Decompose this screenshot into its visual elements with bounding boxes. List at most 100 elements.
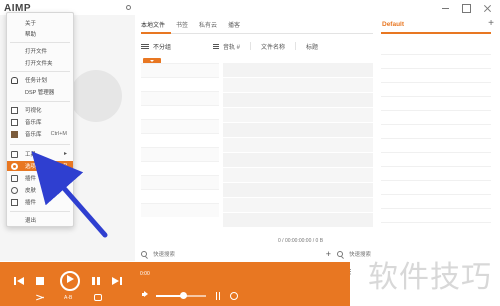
menu-item-help[interactable]: 帮助 [7,29,73,39]
source-tabs: 本地文件 书签 私有云 播客 [141,20,240,29]
search-icon[interactable] [141,251,147,257]
group-label: 不分组 [153,44,172,51]
list-item[interactable] [381,55,491,69]
menu-item-skins[interactable]: 皮肤 [7,185,73,195]
track-columns-header: 音轨 # 文件名称 标题 [223,41,373,51]
list-item[interactable] [381,139,491,153]
next-track-icon[interactable] [110,274,124,288]
add-files-icon[interactable]: + [326,249,331,259]
menu-item-plugins-2[interactable]: 插件 [7,197,73,207]
equalizer-icon[interactable] [214,292,222,300]
list-item[interactable] [381,97,491,111]
list-item [141,189,219,203]
maximize-icon[interactable] [462,4,471,13]
menu-separator [10,101,70,102]
table-row[interactable] [223,78,373,92]
menu-item-about[interactable]: 关于 [7,18,73,28]
menu-item-dsp-manager[interactable]: DSP 管理器 [7,87,73,97]
menu-item-scheduler[interactable]: 任务计划 [7,75,73,85]
submenu-arrow-icon: ▸ [63,151,67,157]
list-item[interactable] [381,195,491,209]
list-item[interactable] [381,209,491,223]
info-icon[interactable] [230,292,238,300]
table-row[interactable] [223,198,373,212]
table-row[interactable] [223,138,373,152]
column-file-name[interactable]: 文件名称 [261,42,285,51]
menu-item-options[interactable]: 选项 Ctrl+P [7,161,73,171]
menu-item-library-1[interactable]: 音乐库 [7,117,73,127]
playlist-tab-indicator [381,32,491,34]
table-row[interactable] [223,108,373,122]
group-list [141,63,219,229]
list-item [141,91,219,105]
menu-item-plugins[interactable]: 插件 [7,173,73,183]
add-playlist-icon[interactable]: + [488,19,494,29]
tab-podcasts[interactable]: 播客 [228,20,240,29]
list-item [141,147,219,161]
menu-item-visualization[interactable]: 可视化 [7,105,73,115]
elapsed-time: 0:00 [140,271,150,277]
list-item[interactable] [381,125,491,139]
pause-icon[interactable] [89,274,103,288]
menu-separator [10,211,70,212]
player-controls: A-B 0:00 [0,262,350,306]
tab-local-files[interactable]: 本地文件 [141,20,165,29]
table-row[interactable] [223,153,373,167]
volume-slider[interactable] [156,292,206,299]
list-item[interactable] [381,181,491,195]
repeat-icon[interactable] [94,294,102,301]
table-row[interactable] [223,213,373,227]
list-icon [141,43,149,49]
play-icon[interactable] [60,271,80,291]
list-item[interactable] [381,167,491,181]
menu-separator [10,71,70,72]
list-item [141,175,219,189]
list-item [141,119,219,133]
tab-bookmarks[interactable]: 书签 [176,20,188,29]
list-item[interactable] [381,153,491,167]
search-icon[interactable] [336,251,343,257]
stop-icon[interactable] [33,274,47,288]
menu-item-exit[interactable]: 退出 [7,215,73,225]
menu-item-open-folder[interactable]: 打开文件夹 [7,58,73,68]
list-item[interactable] [381,83,491,97]
tools-icon [11,151,18,158]
column-title[interactable]: 标题 [306,42,318,51]
menu-icon[interactable] [213,43,219,49]
group-header[interactable]: 不分组 [141,41,219,51]
list-item [141,77,219,91]
menu-separator [10,42,70,43]
list-item[interactable] [381,69,491,83]
table-row[interactable] [223,168,373,182]
album-art-placeholder [70,70,122,122]
search-input[interactable]: 快速搜索 [153,250,175,258]
table-row[interactable] [223,123,373,137]
track-list [223,63,373,233]
volume-knob[interactable] [180,292,187,299]
list-item[interactable] [381,41,491,55]
playlist-tab-default[interactable]: Default [382,21,404,28]
table-row[interactable] [223,183,373,197]
table-row[interactable] [223,63,373,77]
menu-item-tools[interactable]: 工具 ▸ [7,149,73,159]
table-row[interactable] [223,93,373,107]
previous-track-icon[interactable] [12,274,26,288]
watermark: 软件技巧 [368,260,492,295]
minimize-icon[interactable] [441,4,450,13]
list-item[interactable] [381,111,491,125]
main-context-menu: 关于 帮助 打开文件 打开文件夹 任务计划 DSP 管理器 可视化 音乐库 音乐… [6,12,74,227]
menu-item-library-2[interactable]: 音乐库 Ctrl+M [7,129,73,139]
column-track-number[interactable]: 音轨 # [223,42,240,51]
volume-icon[interactable] [142,291,150,298]
playlist-summary: 0 / 00:00:00:00 / 0 B [278,238,324,244]
tab-private-cloud[interactable]: 私有云 [199,20,217,29]
settings-icon[interactable] [126,5,131,10]
list-item [141,105,219,119]
playlist-list [381,41,491,241]
ab-repeat-label[interactable]: A-B [64,295,72,301]
menu-separator [10,144,70,145]
close-icon[interactable] [483,4,492,13]
menu-item-open-file[interactable]: 打开文件 [7,46,73,56]
checkbox-checked-icon [11,131,18,138]
shuffle-icon[interactable] [36,294,44,301]
